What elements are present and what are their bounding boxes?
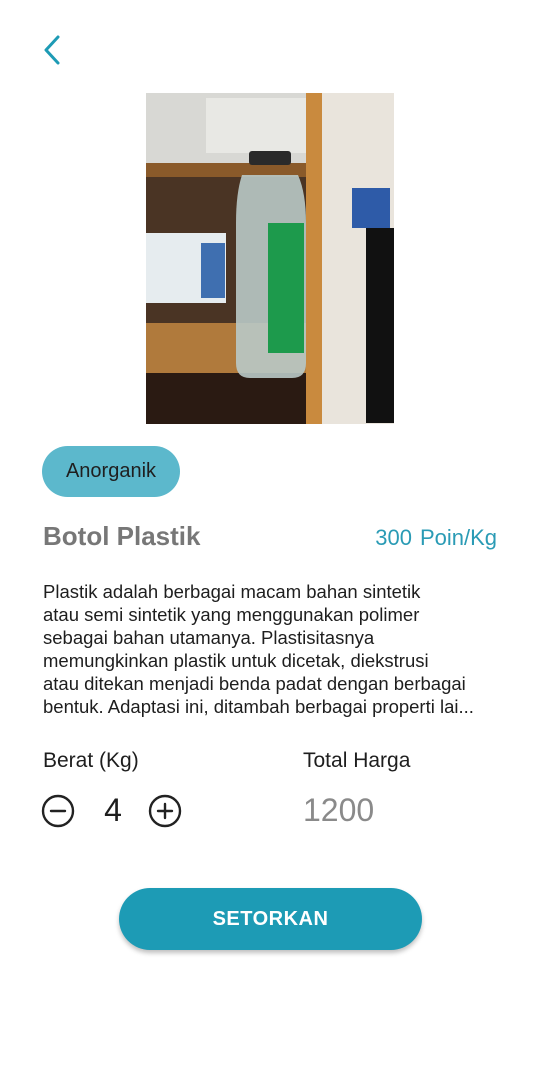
chevron-left-icon — [44, 35, 60, 65]
price-points: 300 — [375, 525, 412, 550]
submit-label: SETORKAN — [212, 907, 329, 930]
total-price-label: Total Harga — [303, 749, 411, 772]
price-unit: Poin/Kg — [419, 525, 497, 550]
decrease-weight-button[interactable] — [41, 794, 75, 828]
product-photo — [146, 93, 394, 424]
total-price-value: 1200 — [303, 792, 375, 828]
description-line: atau ditekan menjadi benda padat dengan … — [43, 673, 466, 694]
weight-value: 4 — [104, 792, 122, 828]
category-label: Anorganik — [65, 460, 157, 482]
plus-circle-icon — [148, 794, 182, 828]
increase-weight-button[interactable] — [148, 794, 182, 828]
description-line: Plastik adalah berbagai macam bahan sint… — [43, 581, 421, 602]
description-line: sebagai bahan utamanya. Plastisitasnya — [43, 627, 375, 648]
product-description: Plastik adalah berbagai macam bahan sint… — [43, 580, 503, 718]
product-title: Botol Plastik — [43, 521, 201, 551]
minus-circle-icon — [41, 794, 75, 828]
description-line: bentuk. Adaptasi ini, ditambah berbagai … — [43, 696, 474, 717]
category-chip: Anorganik — [42, 446, 180, 497]
description-line: memungkinkan plastik untuk dicetak, diek… — [43, 650, 429, 671]
price-per-kg: 300 Poin/Kg — [375, 525, 497, 551]
description-line: atau semi sintetik yang menggunakan poli… — [43, 604, 420, 625]
submit-deposit-button[interactable]: SETORKAN — [119, 888, 422, 950]
back-button[interactable] — [30, 28, 74, 72]
weight-label: Berat (Kg) — [43, 749, 139, 772]
